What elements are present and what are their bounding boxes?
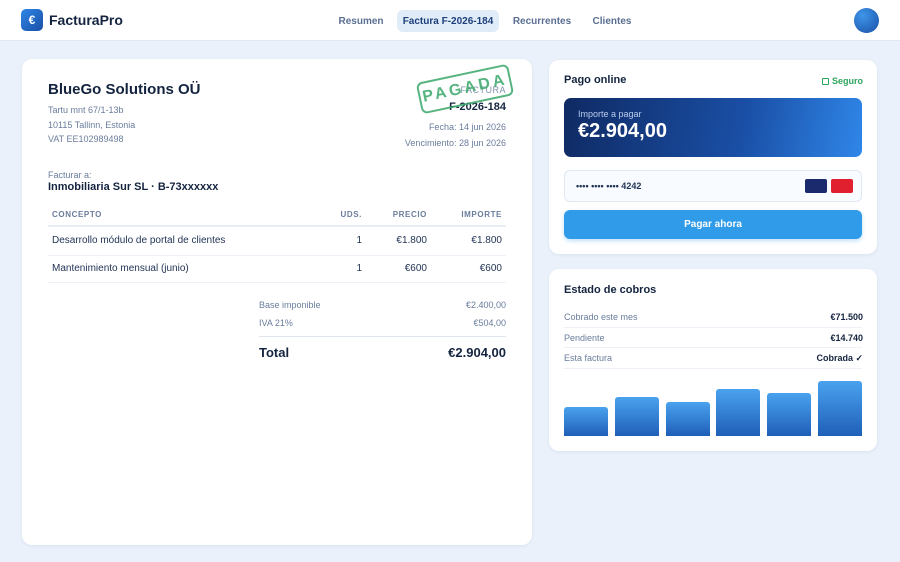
company-address-line: 10115 Tallinn, Estonia	[48, 120, 136, 130]
stat-label: Esta factura	[564, 353, 613, 363]
row-units: 1	[356, 235, 362, 246]
collections-bar-chart	[564, 373, 862, 436]
card-number: •••• •••• •••• 4242	[576, 181, 642, 191]
nav-item-clientes[interactable]: Clientes	[585, 10, 639, 32]
row-amount: €600	[479, 263, 502, 274]
stat-label: Cobrado este mes	[564, 312, 638, 322]
divider	[259, 336, 506, 337]
collections-card: Estado de cobros Cobrado este mes €71.50…	[549, 269, 877, 451]
amount-due-value: €2.904,00	[578, 120, 667, 142]
invoice-status-value: Cobrada ✓	[816, 353, 863, 363]
row-concept: Mantenimiento mensual (junio)	[52, 263, 189, 274]
column-header-amount: IMPORTE	[461, 210, 502, 219]
nav-item-factura[interactable]: Factura F-2026-184	[397, 10, 499, 32]
secure-badge: Seguro	[821, 76, 863, 86]
divider	[564, 368, 862, 369]
stat-label: Pendiente	[564, 333, 605, 343]
row-price: €1.800	[396, 235, 427, 246]
card-brand-icon	[831, 179, 853, 193]
amount-due-label: Importe a pagar	[578, 109, 642, 119]
divider	[48, 225, 506, 227]
divider	[48, 282, 506, 283]
company-vat: VAT EE102989498	[48, 134, 124, 144]
invoice-due-date: Vencimiento: 28 jun 2026	[404, 138, 506, 148]
company-address-line: Tartu mnt 67/1-13b	[48, 105, 124, 115]
chart-bar	[665, 402, 710, 436]
row-concept: Desarrollo módulo de portal de clientes	[52, 235, 226, 246]
app-name: FacturaPro	[49, 12, 123, 28]
column-header-units: UDS.	[340, 210, 362, 219]
top-bar: € FacturaPro Resumen Factura F-2026-184 …	[0, 0, 900, 41]
secure-label: Seguro	[831, 76, 863, 86]
amount-due-panel: Importe a pagar €2.904,00	[564, 98, 862, 157]
collections-title: Estado de cobros	[564, 284, 657, 296]
tax-value: €504,00	[473, 318, 506, 328]
invoice-card: BlueGo Solutions OÜ Tartu mnt 67/1-13b 1…	[22, 59, 532, 545]
chart-bar	[818, 381, 862, 436]
avatar[interactable]	[854, 8, 879, 33]
tax-label: IVA 21%	[259, 318, 293, 328]
chart-bar	[564, 407, 608, 436]
column-header-concept: CONCEPTO	[52, 210, 102, 219]
lock-icon	[821, 77, 829, 85]
divider	[48, 255, 506, 256]
company-name: BlueGo Solutions OÜ	[48, 81, 201, 98]
subtotal-label: Base imponible	[259, 300, 321, 310]
stat-value: €14.740	[830, 333, 863, 343]
chart-bar	[614, 397, 659, 436]
payment-card: Pago online Seguro Importe a pagar €2.90…	[549, 60, 877, 254]
pay-now-button[interactable]: Pagar ahora	[564, 210, 862, 239]
bill-to-label: Facturar a:	[48, 170, 92, 180]
logo-icon: €	[21, 9, 43, 31]
bill-to-client: Inmobiliaria Sur SL · B-73xxxxxx	[48, 181, 219, 193]
stat-value: €71.500	[830, 312, 863, 322]
divider	[564, 327, 862, 328]
card-brand-icon	[805, 179, 827, 193]
payment-title: Pago online	[564, 74, 627, 86]
divider	[564, 347, 862, 348]
chart-bar	[767, 393, 812, 436]
row-units: 1	[356, 263, 362, 274]
subtotal-value: €2.400,00	[465, 300, 506, 310]
row-price: €600	[404, 263, 427, 274]
column-header-price: PRECIO	[392, 210, 427, 219]
invoice-date: Fecha: 14 jun 2026	[428, 122, 506, 132]
chart-bar	[716, 389, 761, 436]
nav-item-recurrentes[interactable]: Recurrentes	[506, 10, 578, 32]
card-number-field[interactable]: •••• •••• •••• 4242	[564, 170, 862, 202]
row-amount: €1.800	[471, 235, 502, 246]
total-value: €2.904,00	[448, 345, 506, 360]
nav-item-resumen[interactable]: Resumen	[331, 10, 391, 32]
total-label: Total	[259, 345, 290, 360]
